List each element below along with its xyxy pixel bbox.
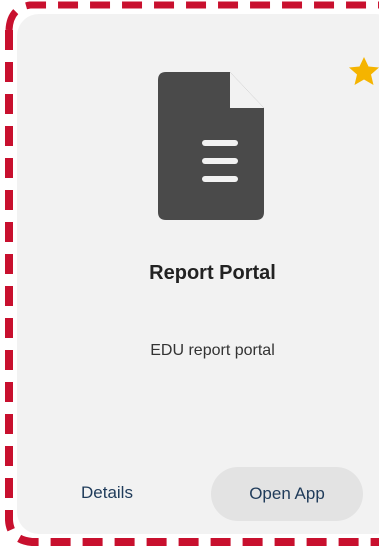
app-tile-frame: Report Portal EDU report portal Details … <box>0 0 379 547</box>
app-title: Report Portal <box>149 262 276 284</box>
details-link[interactable]: Details <box>81 483 133 503</box>
app-description: EDU report portal <box>150 342 275 359</box>
document-icon <box>158 72 264 220</box>
star-icon[interactable] <box>348 56 379 86</box>
open-app-button[interactable]: Open App <box>211 467 363 521</box>
